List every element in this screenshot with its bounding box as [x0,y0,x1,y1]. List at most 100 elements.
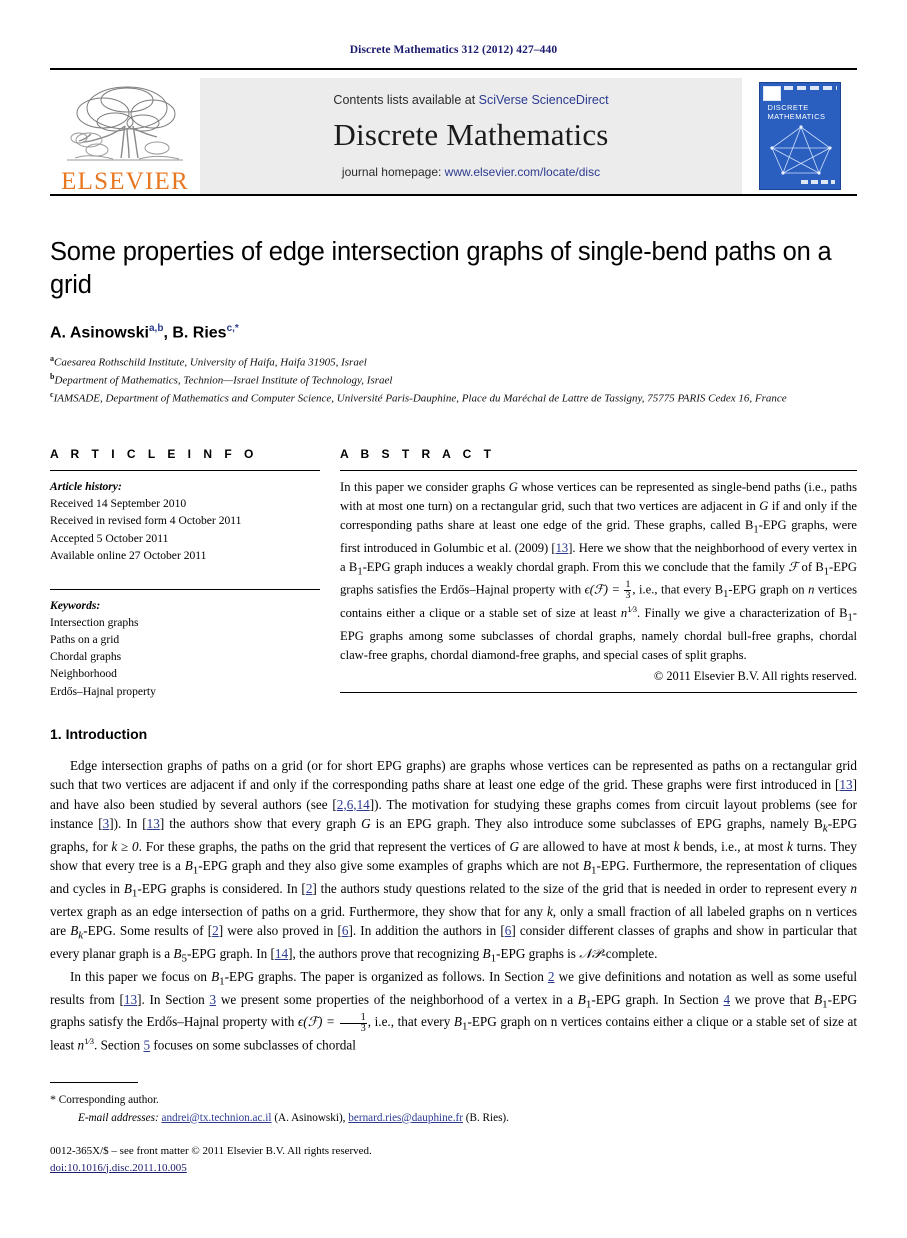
keyword-item: Neighborhood [50,667,117,681]
email-owner-2: (B. Ries). [462,1111,509,1124]
abstract-frag: -EPG graph on [728,582,809,597]
abstract-frag: , i.e., that every B [632,582,724,597]
elsevier-wordmark: ELSEVIER [61,168,189,195]
email-addresses-note: E-mail addresses: andrei@tx.technion.ac.… [50,1110,857,1127]
var-B: B [582,858,592,874]
affiliation-item: bDepartment of Mathematics, Technion—Isr… [50,371,857,389]
citation-link[interactable]: 13 [124,992,137,1007]
journal-cover-thumbnail: DISCRETE MATHEMATICS [742,78,857,194]
text-frag: are allowed to have at most [519,838,674,854]
keyword-item: Intersection graphs [50,615,139,629]
var-B: B [577,991,586,1007]
corresponding-author-note: * Corresponding author. [50,1090,857,1109]
cover-pentagram-graph-icon [769,125,832,175]
text-frag: -complete. [601,945,658,961]
text-frag: focuses on some subclasses of chordal [150,1037,356,1053]
keyword-item: Paths on a grid [50,633,120,647]
text-frag: we prove that [730,991,815,1007]
citation-link[interactable]: 13 [147,816,160,831]
paragraph-intro-1: Edge intersection graphs of paths on a g… [50,756,857,967]
abstract-frag: . Finally we give a characterization of … [637,606,848,621]
footnote-rule [50,1082,138,1084]
cover-title-line2: MATHEMATICS [767,112,826,122]
cover-top-row [762,86,837,101]
cover-top-metadata-bar [783,86,837,90]
text-frag: ]). In [ [109,815,147,831]
header-rule [50,68,857,70]
article-history-label: Article history: [50,480,122,494]
journal-title: Discrete Mathematics [333,117,609,152]
affiliation-item: cIAMSADE, Department of Mathematics and … [50,389,857,407]
corresponding-author-text: Corresponding author. [58,1094,159,1107]
abstract-epsilon-expr: ϵ(ℱ) = [584,582,624,597]
fraction-denominator: 3 [625,590,631,602]
article-history-item: Received in revised form 4 October 2011 [50,514,242,528]
citation-link[interactable]: 2,6,14 [337,797,370,812]
affiliation-text: Caesarea Rothschild Institute, Universit… [54,356,367,369]
keyword-item: Erdős–Hajnal property [50,684,156,698]
text-frag: vertex graph as an edge intersection of … [50,903,547,919]
text-frag: -EPG graph and they also give some examp… [198,858,583,874]
asterisk-icon: * [50,1092,56,1107]
masthead-center: Contents lists available at SciVerse Sci… [200,78,742,194]
abstract-column: A B S T R A C T In this paper we conside… [320,447,857,700]
sciencedirect-link[interactable]: SciVerse ScienceDirect [479,93,609,107]
article-info-column: A R T I C L E I N F O Article history: R… [50,447,320,700]
text-frag: -EPG graph. In Section [591,991,724,1007]
text-frag: bends, i.e., at most [679,838,788,854]
author-list: A. Asinowskia,b, B. Riesc,* [50,323,857,342]
contents-lists-line: Contents lists available at SciVerse Sci… [333,93,608,107]
abstract-heading: A B S T R A C T [340,447,496,462]
epsilon-expr: ϵ(ℱ) = [297,1014,339,1030]
abstract-frag: of B [798,559,824,574]
var-B: B [482,945,491,961]
homepage-prefix: journal homepage: [341,165,445,179]
abstract-exponent-one-third: 1⁄3 [627,604,638,615]
math-k-ge-0: k ≥ 0 [111,838,139,854]
affiliation-text: Department of Mathematics, Technion—Isra… [54,374,393,387]
text-frag: -EPG graphs is considered. In [ [137,880,306,896]
np-symbol: 𝒩𝒫 [579,945,602,961]
var-B: B [211,968,220,984]
fraction-one-third: 13 [339,1012,367,1035]
email-link-ries[interactable]: bernard.ries@dauphine.fr [348,1112,463,1124]
keywords-label: Keywords: [50,598,101,612]
cover-image: DISCRETE MATHEMATICS [758,82,841,190]
page-title: Some properties of edge intersection gra… [50,238,832,299]
doi-link[interactable]: doi:10.1016/j.disc.2011.10.005 [50,1162,187,1174]
var-B: B [123,880,132,896]
abstract-rule [340,470,857,472]
keywords-rule [50,588,320,590]
text-frag: In this paper we focus on [70,968,212,984]
fraction-denominator: 3 [360,1023,366,1034]
article-info-heading: A R T I C L E I N F O [50,447,258,462]
abstract-bottom-rule [340,692,857,694]
email-link-asinowski[interactable]: andrei@tx.technion.ac.il [161,1112,271,1124]
paragraph-intro-2: In this paper we focus on B1-EPG graphs.… [50,967,857,1055]
affiliation-list: aCaesarea Rothschild Institute, Universi… [50,353,857,407]
var-B: B [184,858,193,874]
text-frag: ] the authors show that every graph [159,815,362,831]
author-1-affil-marks[interactable]: a,b [149,323,163,334]
cover-title-line1: DISCRETE [767,103,809,112]
var-B: B [814,991,823,1007]
text-frag: ] the authors study questions related to… [312,880,851,896]
text-frag: -EPG graphs. The paper is organized as f… [224,968,548,984]
citation-link[interactable]: 13 [839,777,852,792]
issn-line: 0012-365X/$ – see front matter © 2011 El… [50,1145,372,1157]
abstract-family-symbol: ℱ [788,559,799,574]
citation-link[interactable]: 13 [556,541,569,555]
contents-lists-prefix: Contents lists available at [333,93,479,107]
var-B: B [453,1014,462,1030]
abstract-frag: -EPG graph induces a weakly chordal grap… [362,559,789,574]
elsevier-tree-icon [67,86,183,161]
citation-link[interactable]: 2 [212,923,219,938]
abstract-frag: In this paper we consider graphs [340,480,509,495]
author-2-affil-marks[interactable]: c,* [227,323,239,334]
copyright-line: © 2011 Elsevier B.V. All rights reserved… [653,669,857,684]
journal-homepage-link[interactable]: www.elsevier.com/locate/disc [445,165,600,179]
author-name-2: , B. Ries [163,324,227,342]
citation-link[interactable]: 14 [275,946,288,961]
keyword-item: Chordal graphs [50,650,122,664]
